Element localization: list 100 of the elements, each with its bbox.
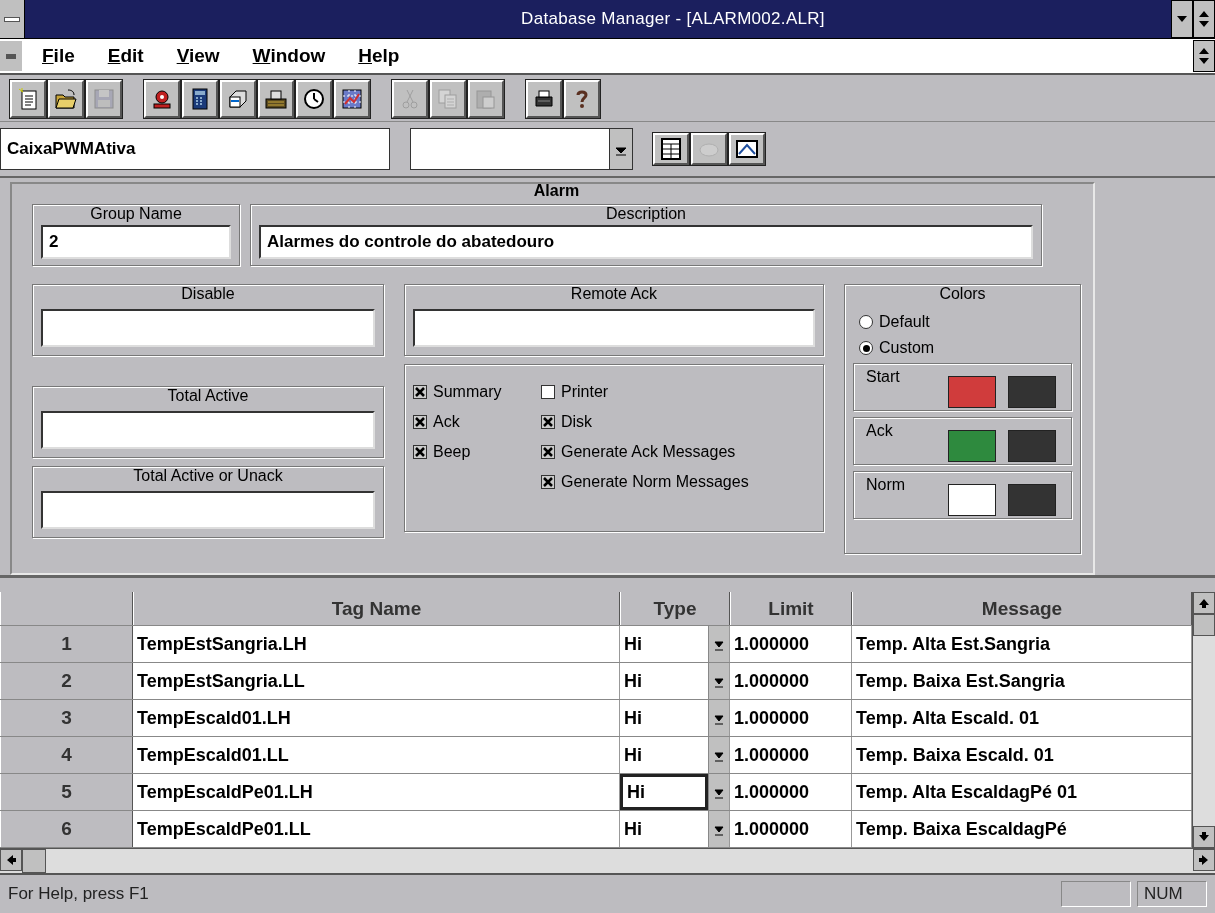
minimize-button[interactable] — [1171, 0, 1193, 38]
checkbox-label: Summary — [433, 383, 502, 401]
open-folder-icon — [54, 87, 78, 111]
scroll-down-icon[interactable] — [1193, 826, 1215, 848]
column-header[interactable]: Message — [852, 592, 1192, 625]
toolbar-button[interactable] — [144, 80, 180, 118]
row-header[interactable]: 3 — [0, 700, 133, 736]
field-label: Total Active or Unack — [133, 467, 283, 485]
checkbox[interactable] — [541, 475, 555, 489]
scroll-left-icon[interactable] — [0, 849, 22, 871]
table-cell: TempEstSangria.LH — [133, 626, 620, 662]
checkbox-label: Generate Ack Messages — [561, 443, 736, 461]
scroll-right-icon[interactable] — [1193, 849, 1215, 871]
paste-icon — [474, 87, 498, 111]
color-swatch[interactable] — [1008, 430, 1056, 462]
document-menu-button[interactable] — [0, 41, 22, 71]
checkbox[interactable] — [413, 385, 427, 399]
color-swatch[interactable] — [948, 484, 996, 516]
menu-item[interactable]: File — [42, 45, 75, 67]
menu-item[interactable]: Edit — [107, 45, 144, 67]
table-cell: TempEscaldPe01.LL — [133, 811, 620, 847]
copy-icon — [436, 87, 460, 111]
status-indicator: NUM — [1137, 881, 1207, 907]
up-down-arrows-icon — [1197, 47, 1211, 65]
row-header[interactable]: 4 — [0, 737, 133, 773]
toolbar-button[interactable] — [182, 80, 218, 118]
radio-button[interactable] — [859, 341, 873, 355]
table-cell[interactable]: Hi — [620, 774, 708, 810]
input-field[interactable] — [41, 411, 375, 449]
checkbox-label: Beep — [433, 443, 471, 461]
toolbar-button[interactable] — [526, 80, 562, 118]
toolbar-button[interactable] — [220, 80, 256, 118]
radio-label: Default — [879, 313, 930, 331]
field-label: Disable — [181, 285, 235, 303]
table-cell: 1.000000 — [730, 737, 852, 773]
column-header[interactable]: Tag Name — [133, 592, 620, 625]
column-header[interactable]: Type — [620, 592, 730, 625]
checkbox[interactable] — [413, 415, 427, 429]
system-menu-button[interactable] — [0, 0, 25, 38]
toolbar-button[interactable] — [10, 80, 46, 118]
input-field[interactable] — [41, 491, 375, 529]
restore-button[interactable] — [1193, 40, 1215, 72]
view-button[interactable] — [653, 133, 689, 165]
field-label: Remote Ack — [570, 285, 658, 303]
view-button[interactable] — [729, 133, 765, 165]
new-document-icon — [16, 87, 40, 111]
table-cell: Temp. Baixa Escald. 01 — [852, 737, 1192, 773]
field-label: Colors — [939, 285, 986, 303]
checkbox[interactable] — [541, 385, 555, 399]
toolbar-button[interactable] — [296, 80, 332, 118]
horizontal-scrollbar[interactable] — [0, 848, 1215, 875]
table-cell: Temp. Alta Est.Sangria — [852, 626, 1192, 662]
input-field[interactable]: 2 — [41, 225, 231, 259]
radio-button[interactable] — [859, 315, 873, 329]
pattern-grid-icon — [340, 87, 364, 111]
vertical-scrollbar[interactable] — [1192, 592, 1215, 848]
tag-type-combo[interactable] — [410, 128, 633, 170]
column-header[interactable]: Limit — [730, 592, 852, 625]
color-swatch[interactable] — [948, 376, 996, 408]
checkbox[interactable] — [541, 415, 555, 429]
scroll-up-icon[interactable] — [1193, 592, 1215, 614]
toolbar-button[interactable] — [48, 80, 84, 118]
toolbar-button[interactable] — [334, 80, 370, 118]
checkbox-label: Printer — [561, 383, 609, 401]
tag-name-field[interactable]: CaixaPWMAtiva — [0, 128, 390, 170]
color-swatch[interactable] — [1008, 484, 1056, 516]
input-field[interactable] — [41, 309, 375, 347]
color-swatch[interactable] — [1008, 376, 1056, 408]
alarm-bell-icon — [150, 87, 174, 111]
menu-item[interactable]: Window — [252, 45, 326, 67]
table-cell: 1.000000 — [730, 626, 852, 662]
form-icon — [659, 137, 683, 161]
input-field[interactable] — [413, 309, 815, 347]
menu-item[interactable]: View — [176, 45, 220, 67]
checkbox-label: Generate Norm Messages — [561, 473, 749, 491]
color-label: Start — [866, 368, 901, 386]
row-header[interactable]: 2 — [0, 663, 133, 699]
scroll-thumb[interactable] — [22, 849, 46, 873]
row-header[interactable]: 5 — [0, 774, 133, 810]
clock-icon — [302, 87, 326, 111]
checkbox[interactable] — [541, 445, 555, 459]
toolbar-button[interactable] — [258, 80, 294, 118]
table-cell: TempEstSangria.LL — [133, 663, 620, 699]
checkbox[interactable] — [413, 445, 427, 459]
color-swatch[interactable] — [948, 430, 996, 462]
menu-item[interactable]: Help — [358, 45, 400, 67]
field-label: Group Name — [90, 205, 182, 223]
row-header[interactable]: 6 — [0, 811, 133, 847]
table-cell: 1.000000 — [730, 811, 852, 847]
table-cell: Temp. Baixa EscaldagPé — [852, 811, 1192, 847]
scroll-thumb[interactable] — [1193, 614, 1215, 636]
row-header[interactable]: 1 — [0, 626, 133, 662]
table-cell: 1.000000 — [730, 774, 852, 810]
toolbar-button[interactable] — [564, 80, 600, 118]
caret-down-icon — [1175, 14, 1189, 24]
table-cell: 1.000000 — [730, 700, 852, 736]
restore-button[interactable] — [1193, 0, 1215, 38]
up-down-arrows-icon — [1197, 10, 1211, 28]
window-title: Database Manager - [ALARM002.ALR] — [520, 9, 826, 29]
input-field[interactable]: Alarmes do controle do abatedouro — [259, 225, 1033, 259]
